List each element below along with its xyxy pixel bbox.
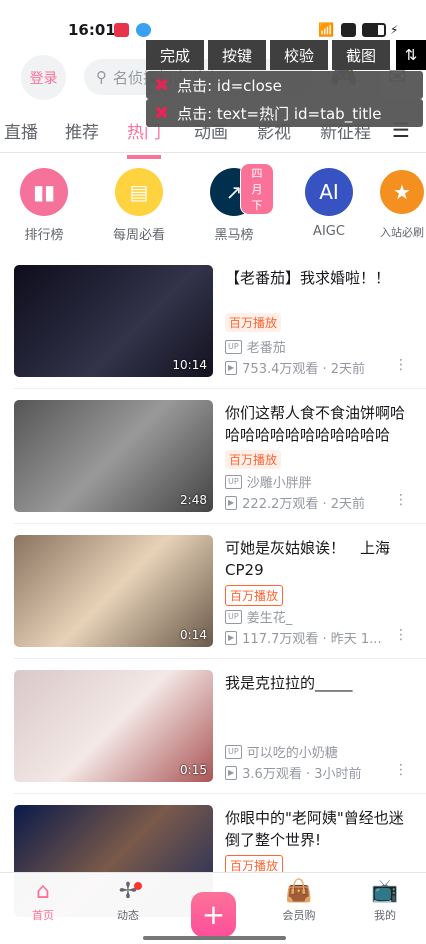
notification-dot	[134, 882, 142, 890]
up-icon: UP	[225, 339, 242, 354]
charging-icon: ⚡	[390, 23, 399, 37]
publish-button[interactable]: +	[191, 892, 236, 937]
login-button[interactable]: 登录	[21, 55, 66, 100]
tab-recommend[interactable]: 推荐	[65, 118, 99, 143]
divider	[14, 658, 426, 659]
divider	[14, 793, 426, 794]
nav-mine[interactable]: 📺 我的	[355, 879, 415, 923]
app-notification-icon	[114, 23, 129, 37]
uploader[interactable]: UP 沙雕小胖胖	[225, 472, 312, 491]
pinwheel-icon: ✢	[118, 879, 138, 904]
verify-button[interactable]: 校验	[270, 40, 328, 70]
tab-live[interactable]: 直播	[4, 118, 38, 143]
ai-icon: AI	[305, 168, 353, 216]
uploader[interactable]: UP 可以吃的小奶糖	[225, 742, 338, 761]
more-icon[interactable]: ⋮	[394, 357, 408, 373]
video-card[interactable]: 0:14 可她是灰姑娘诶！ 上海CP29 百万播放 UP 姜生花_ ▶ 117.7万观看 ·…	[14, 535, 426, 647]
up-icon: UP	[225, 744, 242, 759]
category-dark-horse[interactable]: ↗ 四月下 黑马榜	[194, 163, 274, 243]
more-icon[interactable]: ⋮	[394, 627, 408, 643]
divider	[14, 388, 426, 389]
fail-icon: ✖	[154, 74, 170, 96]
log-entry: ✖ 点击: text=热门 id=tab_title	[146, 99, 423, 127]
duration: 10:14	[172, 358, 207, 372]
play-icon: ▶	[225, 630, 238, 645]
play-icon: ▶	[225, 765, 238, 780]
nav-home[interactable]: ⌂ 首页	[13, 879, 73, 923]
nav-dynamic[interactable]: ✢ 动态	[98, 879, 158, 923]
uploader[interactable]: UP 姜生花_	[225, 607, 292, 626]
video-card[interactable]: 10:14 【老番茄】我求婚啦！！ 百万播放 UP 老番茄 ▶ 753.4万观看 · 2天前…	[14, 265, 426, 377]
up-icon: UP	[225, 609, 242, 624]
category-ranking[interactable]: ▮▮ 排行榜	[4, 168, 84, 243]
ranking-icon: ▮▮	[20, 168, 68, 216]
duration: 2:48	[180, 493, 207, 507]
video-thumbnail[interactable]: 10:14	[14, 265, 213, 377]
up-icon: UP	[225, 474, 242, 489]
video-thumbnail[interactable]: 2:48	[14, 400, 213, 512]
home-indicator	[143, 936, 286, 940]
duration: 0:15	[180, 763, 207, 777]
view-stats: ▶ 222.2万观看 · 2天前	[225, 493, 365, 512]
view-stats: ▶ 753.4万观看 · 2天前	[225, 358, 365, 377]
category-must-watch[interactable]: ★ 入站必刷	[380, 168, 424, 240]
bag-icon: 👜	[285, 879, 313, 904]
video-card[interactable]: 2:48 你们这帮人食不食油饼啊哈哈哈哈哈哈哈哈哈哈哈哈百万播放 UP 沙雕小胖胖 ▶ 2…	[14, 400, 426, 512]
video-title: 可她是灰姑娘诶！ 上海CP29	[225, 539, 391, 579]
popular-badge: 百万播放	[225, 313, 282, 332]
category-weekly[interactable]: ▤ 每周必看	[99, 168, 179, 243]
video-title: 我是克拉拉的_____	[225, 674, 353, 692]
tv-icon: 📺	[371, 879, 399, 904]
category-row: ▮▮ 排行榜 ▤ 每周必看 ↗ 四月下 黑马榜 AI AIGC ★ 入站必刷	[0, 163, 426, 248]
wifi-icon: 📶	[318, 23, 335, 38]
popular-badge: 百万播放	[225, 450, 282, 469]
play-icon: ▶	[225, 360, 238, 375]
bottom-nav: ⌂ 首页 ✢ 动态 + 👜 会员购 📺 我的	[0, 872, 426, 944]
calendar-icon: ▤	[115, 168, 163, 216]
video-title: 你们这帮人食不食油饼啊哈哈哈哈哈哈哈哈哈哈哈哈	[225, 404, 406, 444]
more-icon[interactable]: ⋮	[394, 762, 408, 778]
video-thumbnail[interactable]: 0:15	[14, 670, 213, 782]
log-entry: ✖ 点击: id=close	[146, 71, 423, 99]
new-badge: 四月下	[240, 163, 274, 215]
view-stats: ▶ 3.6万观看 · 3小时前	[225, 763, 362, 782]
nav-shop[interactable]: 👜 会员购	[269, 879, 329, 923]
video-title: 你眼中的"老阿姨"曾经也迷倒了整个世界!	[225, 809, 404, 849]
cloud-notification-icon	[136, 23, 151, 37]
sim-icon	[341, 23, 356, 37]
more-icon[interactable]: ⋮	[394, 492, 408, 508]
view-stats: ▶ 117.7万观看 · 昨天 1...	[225, 628, 382, 647]
search-icon: ⚲	[96, 68, 107, 86]
screenshot-button[interactable]: 截图	[332, 40, 390, 70]
play-icon: ▶	[225, 495, 238, 510]
medal-icon: ★	[380, 170, 424, 214]
fail-icon: ✖	[154, 102, 170, 124]
uploader[interactable]: UP 老番茄	[225, 337, 286, 356]
video-card[interactable]: 0:15 我是克拉拉的_____ UP 可以吃的小奶糖 ▶ 3.6万观看 · 3小时前 ⋮	[14, 670, 426, 782]
done-button[interactable]: 完成	[146, 40, 204, 70]
category-aigc[interactable]: AI AIGC	[289, 168, 369, 239]
video-thumbnail[interactable]: 0:14	[14, 535, 213, 647]
clock: 16:01	[68, 21, 116, 39]
video-title: 【老番茄】我求婚啦！！	[225, 269, 391, 287]
home-icon: ⌂	[36, 879, 50, 904]
key-button[interactable]: 按键	[208, 40, 266, 70]
popular-badge: 百万播放	[225, 585, 284, 606]
toggle-button[interactable]: ⇅	[396, 40, 426, 70]
divider	[14, 523, 426, 524]
duration: 0:14	[180, 628, 207, 642]
battery-icon	[362, 23, 386, 37]
